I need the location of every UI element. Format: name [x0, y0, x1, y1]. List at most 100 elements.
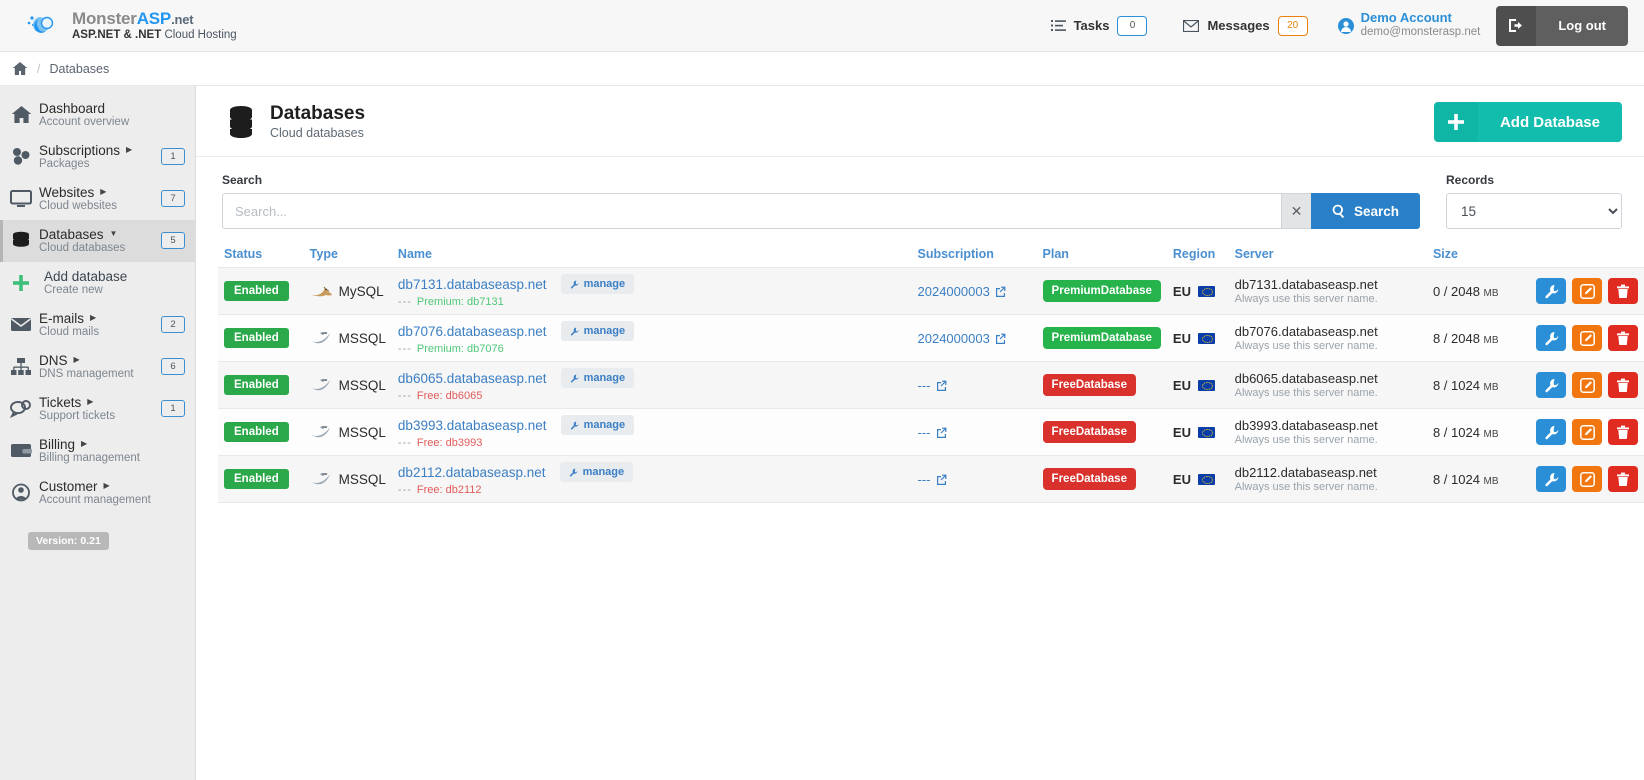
- manage-button[interactable]: manage: [559, 462, 634, 482]
- wrench-icon: [570, 374, 579, 383]
- edit-db-button[interactable]: [1572, 325, 1602, 351]
- delete-db-button[interactable]: [1608, 325, 1638, 351]
- sidebar-item-databases[interactable]: Databases ▼ Cloud databases 5: [0, 219, 195, 262]
- sidebar-item-subscriptions[interactable]: Subscriptions ▶ Packages 1: [0, 136, 195, 178]
- database-name-link[interactable]: db7131.databaseasp.net: [398, 277, 547, 292]
- col-status[interactable]: Status: [218, 243, 304, 268]
- search-button[interactable]: Search: [1310, 193, 1420, 229]
- clear-search-button[interactable]: ✕: [1280, 193, 1311, 229]
- col-server[interactable]: Server: [1229, 243, 1427, 268]
- wrench-icon: [1544, 378, 1559, 393]
- col-plan[interactable]: Plan: [1037, 243, 1167, 268]
- name-sub-dots: ---: [397, 437, 412, 449]
- sidebar-item-dns[interactable]: DNS ▶ DNS management 6: [0, 346, 195, 388]
- breadcrumb-current[interactable]: Databases: [49, 62, 109, 76]
- page-header: Databases Cloud databases Add Database: [196, 86, 1644, 157]
- trash-icon: [1616, 331, 1630, 346]
- col-name[interactable]: Name: [392, 243, 912, 268]
- col-type[interactable]: Type: [304, 243, 392, 268]
- home-icon[interactable]: [12, 61, 28, 76]
- sidebar-item-title: Dashboard: [39, 101, 106, 116]
- sidebar-item-add-database[interactable]: Add database Create new: [0, 262, 195, 304]
- status-badge: Enabled: [224, 281, 289, 301]
- eu-flag-icon: [1197, 379, 1215, 391]
- cell-subscription: ---: [912, 409, 1037, 456]
- manage-button[interactable]: manage: [560, 368, 635, 388]
- database-name-link[interactable]: db3993.databaseasp.net: [398, 418, 547, 433]
- delete-db-button[interactable]: [1608, 419, 1638, 445]
- envelope-icon: [1183, 19, 1200, 32]
- manage-button[interactable]: manage: [560, 274, 635, 294]
- cell-name: db2112.databaseasp.net manage --- Free: …: [392, 456, 912, 503]
- delete-db-button[interactable]: [1608, 372, 1638, 398]
- delete-db-button[interactable]: [1608, 466, 1638, 492]
- account-menu[interactable]: Demo Account demo@monsterasp.net: [1326, 10, 1497, 39]
- edit-db-button[interactable]: [1572, 372, 1602, 398]
- brand-name-prefix: Monster: [72, 9, 137, 29]
- search-input[interactable]: [222, 193, 1281, 229]
- size-value: 8 / 1024 MB: [1432, 424, 1499, 440]
- subscription-value: ---: [917, 377, 931, 393]
- manage-db-button[interactable]: [1536, 325, 1566, 351]
- manage-db-button[interactable]: [1536, 278, 1566, 304]
- edit-db-button[interactable]: [1572, 466, 1602, 492]
- server-note: Always use this server name.: [1234, 387, 1378, 399]
- records-select[interactable]: 152550100: [1446, 193, 1622, 229]
- mssql-icon: [310, 377, 332, 393]
- sidebar-item-emails[interactable]: E-mails ▶ Cloud mails 2: [0, 304, 195, 346]
- col-size[interactable]: Size: [1427, 243, 1530, 268]
- name-sub-dots: ---: [397, 343, 412, 355]
- manage-db-button[interactable]: [1536, 372, 1566, 398]
- database-name-link[interactable]: db2112.databaseasp.net: [398, 465, 546, 480]
- size-unit: MB: [1483, 287, 1499, 299]
- wrench-icon: [570, 421, 579, 430]
- sidebar-label: E-mails ▶: [39, 311, 161, 326]
- col-subscription[interactable]: Subscription: [912, 243, 1037, 268]
- packages-icon: [8, 147, 34, 166]
- logout-button[interactable]: Log out: [1496, 5, 1628, 46]
- cell-server: db7076.databaseasp.net Always use this s…: [1229, 315, 1427, 362]
- cell-name: db3993.databaseasp.net manage --- Free: …: [392, 409, 912, 456]
- manage-button[interactable]: manage: [560, 415, 635, 435]
- sidebar-item-sub: Cloud mails: [39, 326, 100, 339]
- brand-logo-area[interactable]: MonsterASP.net ASP.NET & .NET Cloud Host…: [0, 10, 237, 41]
- table-row: Enabled MSSQL db7076.databaseasp.net man…: [218, 314, 1644, 362]
- eu-flag-icon: [1197, 426, 1215, 438]
- cell-size: 8 / 2048 MB: [1427, 315, 1530, 362]
- delete-db-button[interactable]: [1608, 278, 1638, 304]
- manage-button[interactable]: manage: [560, 321, 635, 341]
- subscription-link[interactable]: ---: [918, 378, 947, 393]
- edit-db-button[interactable]: [1572, 278, 1602, 304]
- subscription-link[interactable]: ---: [918, 425, 947, 440]
- table-row: Enabled MSSQL db2112.databaseasp.net man…: [218, 455, 1644, 503]
- subscription-link[interactable]: ---: [918, 472, 947, 487]
- cell-plan: PremiumDatabase: [1037, 315, 1167, 362]
- server-name: db7076.databaseasp.net: [1234, 324, 1378, 339]
- status-badge: Enabled: [224, 328, 289, 348]
- sidebar-item-dashboard[interactable]: Dashboard Account overview: [0, 94, 195, 136]
- database-name-link[interactable]: db6065.databaseasp.net: [398, 371, 547, 386]
- sidebar-item-billing[interactable]: Billing ▶ Billing management: [0, 430, 195, 472]
- subscription-link[interactable]: 2024000003: [918, 284, 1006, 299]
- sidebar-item-tickets[interactable]: Tickets ▶ Support tickets 1: [0, 388, 195, 430]
- add-database-label: Add Database: [1477, 102, 1622, 142]
- col-region[interactable]: Region: [1167, 243, 1229, 268]
- tasks-menu[interactable]: Tasks 0: [1033, 0, 1166, 52]
- sidebar-item-customer[interactable]: Customer ▶ Account management: [0, 472, 195, 514]
- mssql-icon: [310, 330, 332, 346]
- sidebar-badge: 5: [161, 232, 185, 250]
- sidebar-item-websites[interactable]: Websites ▶ Cloud websites 7: [0, 178, 195, 220]
- sidebar-label: Billing ▶: [39, 437, 185, 452]
- subscription-link[interactable]: 2024000003: [918, 331, 1006, 346]
- edit-db-button[interactable]: [1572, 419, 1602, 445]
- size-value: 0 / 2048 MB: [1432, 283, 1499, 299]
- database-name-link[interactable]: db7076.databaseasp.net: [398, 324, 547, 339]
- messages-menu[interactable]: Messages 20: [1165, 0, 1325, 52]
- server-name: db2112.databaseasp.net: [1234, 465, 1377, 480]
- manage-db-button[interactable]: [1536, 466, 1566, 492]
- manage-db-button[interactable]: [1536, 419, 1566, 445]
- page-layout: Dashboard Account overview Subscriptions…: [0, 86, 1644, 780]
- plan-badge: PremiumDatabase: [1042, 280, 1161, 302]
- table-header-row: Status Type Name Subscription Plan Regio…: [218, 243, 1644, 268]
- add-database-button[interactable]: Add Database: [1433, 102, 1622, 142]
